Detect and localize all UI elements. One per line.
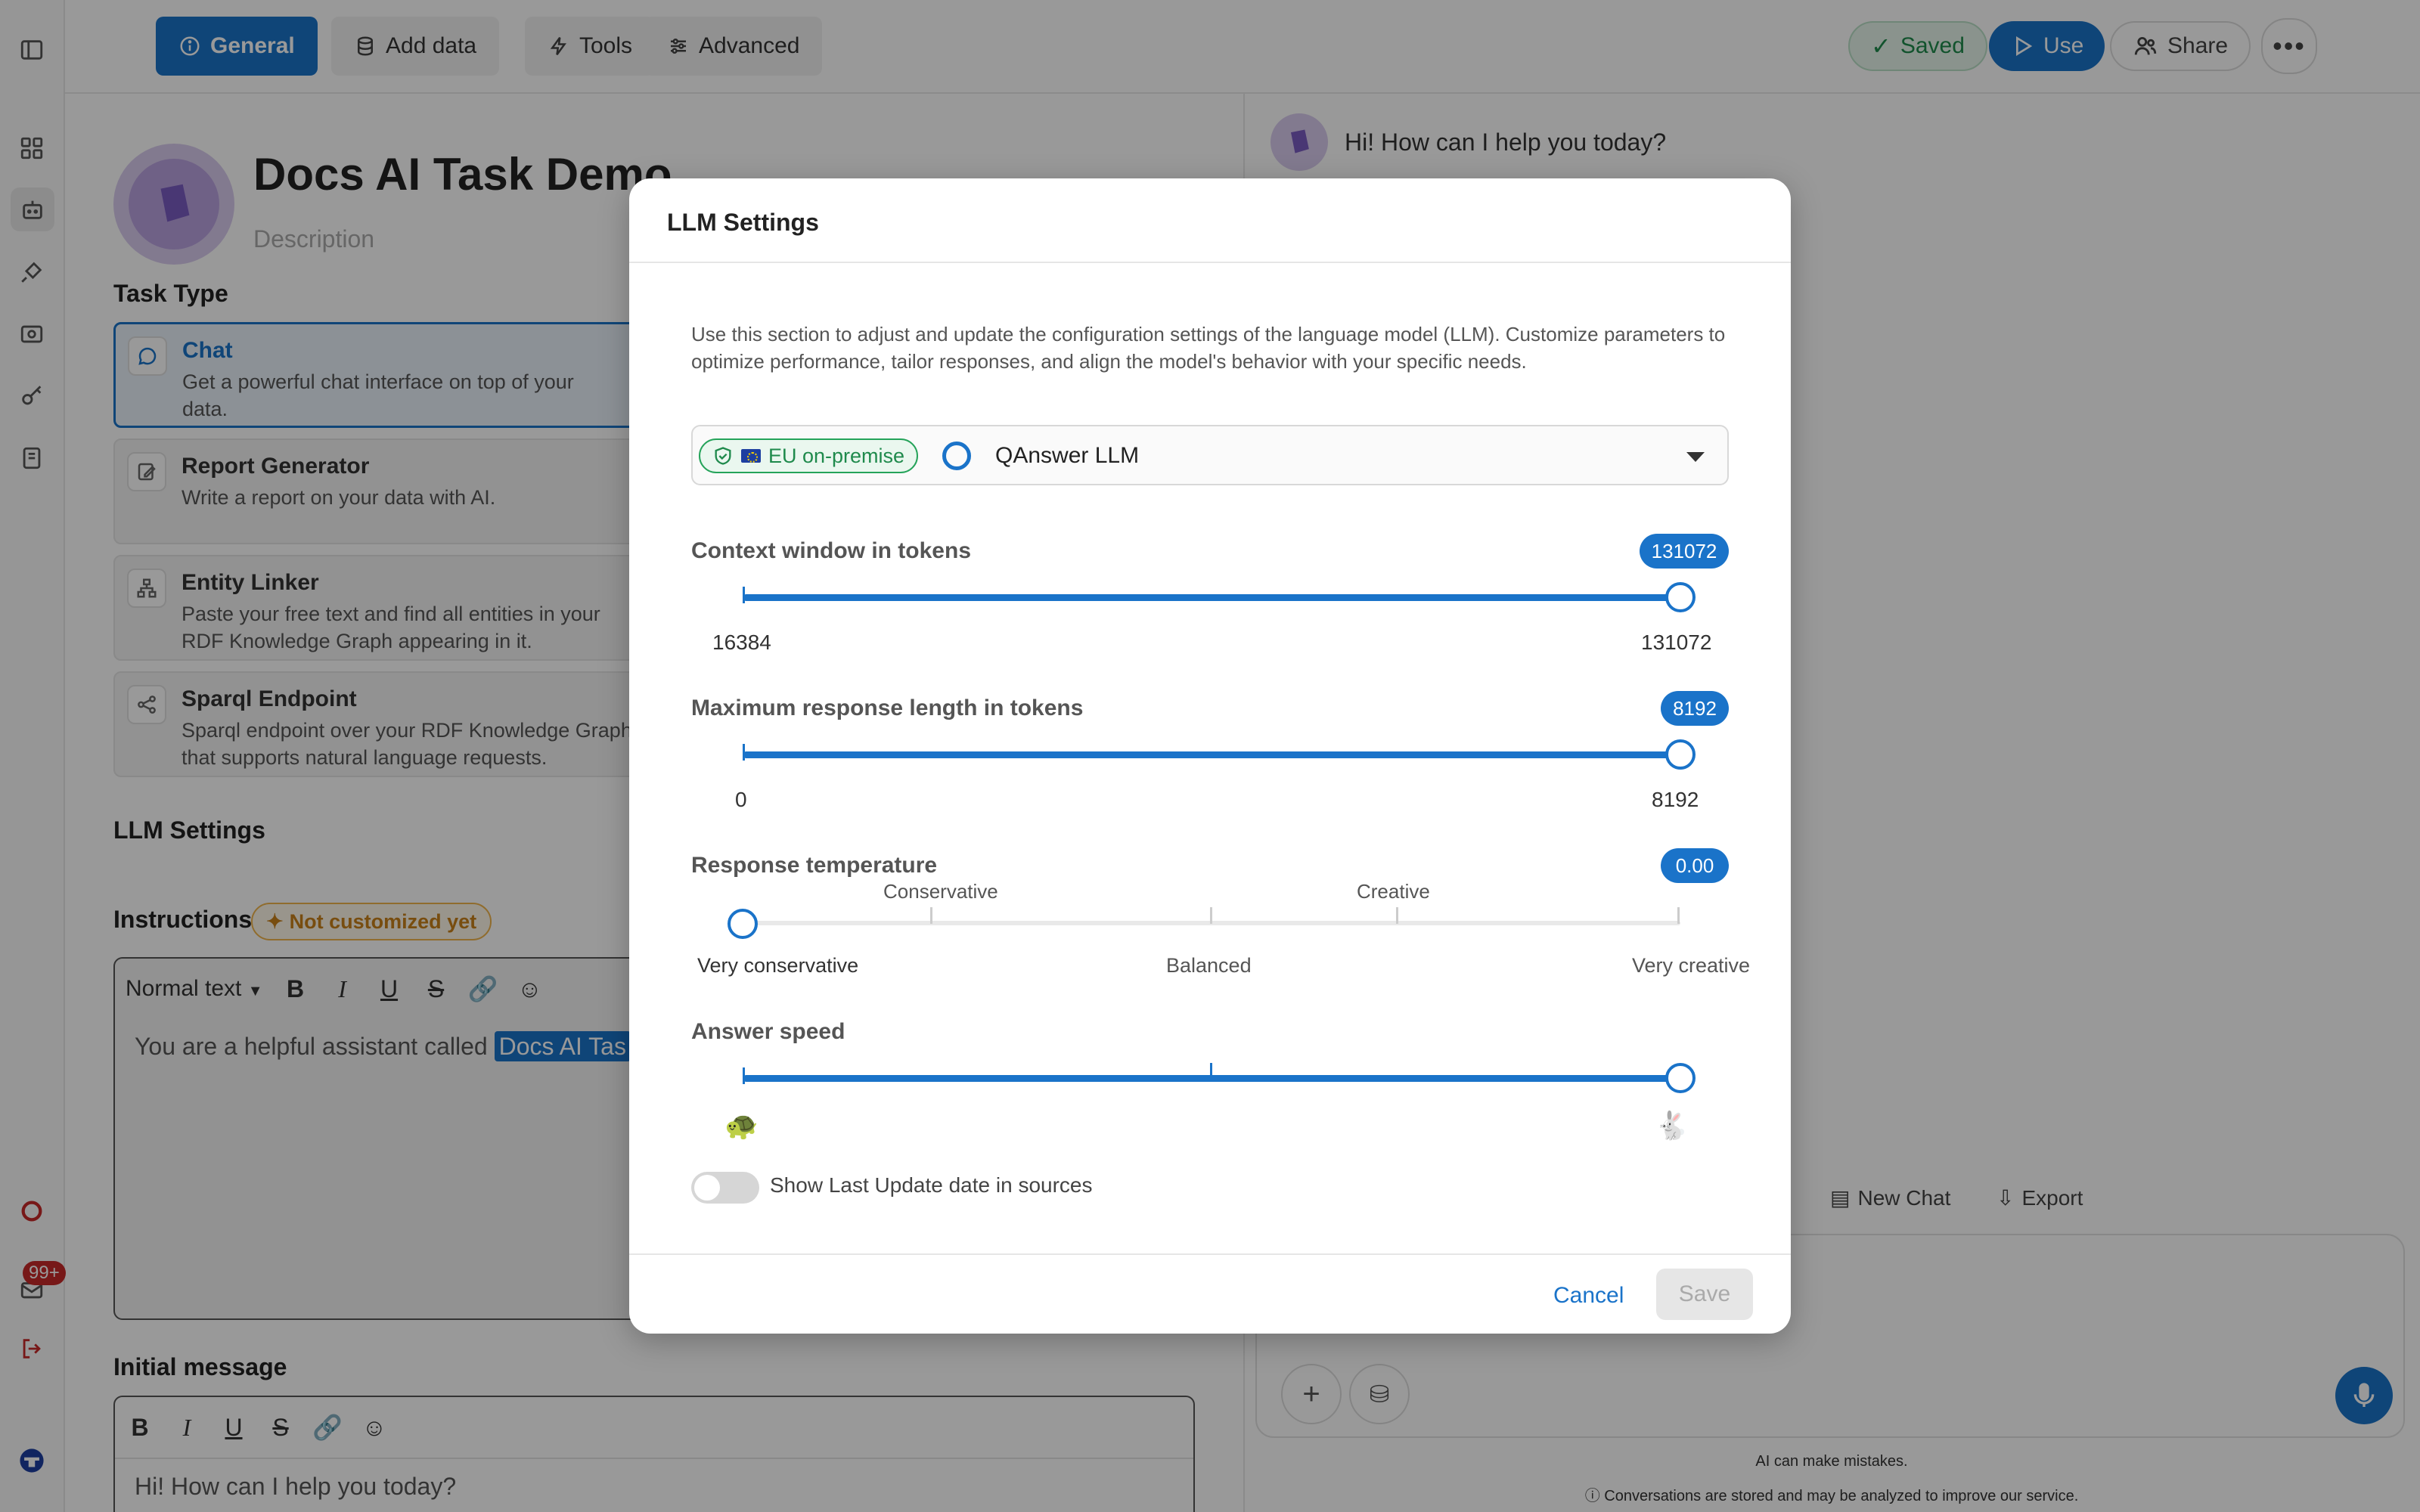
last-update-toggle-label: Show Last Update date in sources (770, 1173, 1093, 1197)
dialog-title: LLM Settings (667, 209, 819, 236)
temperature-value: 0.00 (1661, 848, 1729, 883)
last-update-toggle[interactable] (691, 1172, 759, 1204)
slider-tick (930, 907, 932, 924)
max-response-min: 0 (735, 788, 747, 811)
context-window-label: Context window in tokens (691, 538, 972, 563)
dropdown-caret-icon (1686, 452, 1705, 462)
model-name: QAnswer LLM (995, 443, 1140, 468)
qanswer-logo-icon (942, 442, 971, 470)
slider-tick (743, 1067, 745, 1084)
answer-speed-label: Answer speed (691, 1019, 845, 1044)
rabbit-icon: 🐇 (1655, 1110, 1689, 1141)
eu-flag-icon (741, 449, 761, 463)
eu-on-premise-badge: EU on-premise (699, 438, 919, 473)
context-window-value: 131072 (1640, 534, 1729, 569)
hosting-label: EU on-premise (768, 444, 905, 467)
slider-tick (1677, 907, 1680, 924)
slider-tick (743, 744, 745, 761)
temperature-balanced: Balanced (1166, 954, 1252, 977)
dialog-footer-divider (629, 1253, 1791, 1255)
cancel-button[interactable]: Cancel (1537, 1270, 1640, 1321)
max-response-thumb[interactable] (1665, 739, 1696, 770)
temperature-thumb[interactable] (728, 909, 758, 939)
shield-check-icon (715, 447, 731, 465)
temperature-very-creative: Very creative (1632, 954, 1751, 977)
slider-tick (743, 587, 745, 603)
context-window-min: 16384 (712, 631, 771, 654)
temperature-mark-creative: Creative (1357, 880, 1430, 903)
temperature-label: Response temperature (691, 853, 938, 878)
context-window-thumb[interactable] (1665, 582, 1696, 612)
max-response-track[interactable] (743, 751, 1680, 758)
slider-tick (1210, 907, 1212, 924)
dialog-intro: Use this section to adjust and update th… (691, 323, 1726, 373)
context-window-max: 131072 (1641, 631, 1712, 654)
model-select[interactable]: EU on-premise QAnswer LLM (691, 425, 1729, 485)
temperature-very-conservative: Very conservative (697, 954, 859, 977)
slider-tick (1210, 1063, 1212, 1080)
context-window-track[interactable] (743, 594, 1680, 601)
turtle-icon: 🐢 (724, 1110, 759, 1141)
llm-settings-dialog: LLM Settings Use this section to adjust … (629, 178, 1791, 1334)
answer-speed-thumb[interactable] (1665, 1063, 1696, 1093)
dialog-divider (629, 262, 1791, 263)
max-response-max: 8192 (1652, 788, 1699, 811)
temperature-mark-conservative: Conservative (883, 880, 998, 903)
slider-tick (1396, 907, 1398, 924)
max-response-label: Maximum response length in tokens (691, 696, 1084, 720)
toggle-knob (694, 1175, 720, 1201)
save-button[interactable]: Save (1656, 1269, 1753, 1320)
max-response-value: 8192 (1661, 691, 1729, 726)
